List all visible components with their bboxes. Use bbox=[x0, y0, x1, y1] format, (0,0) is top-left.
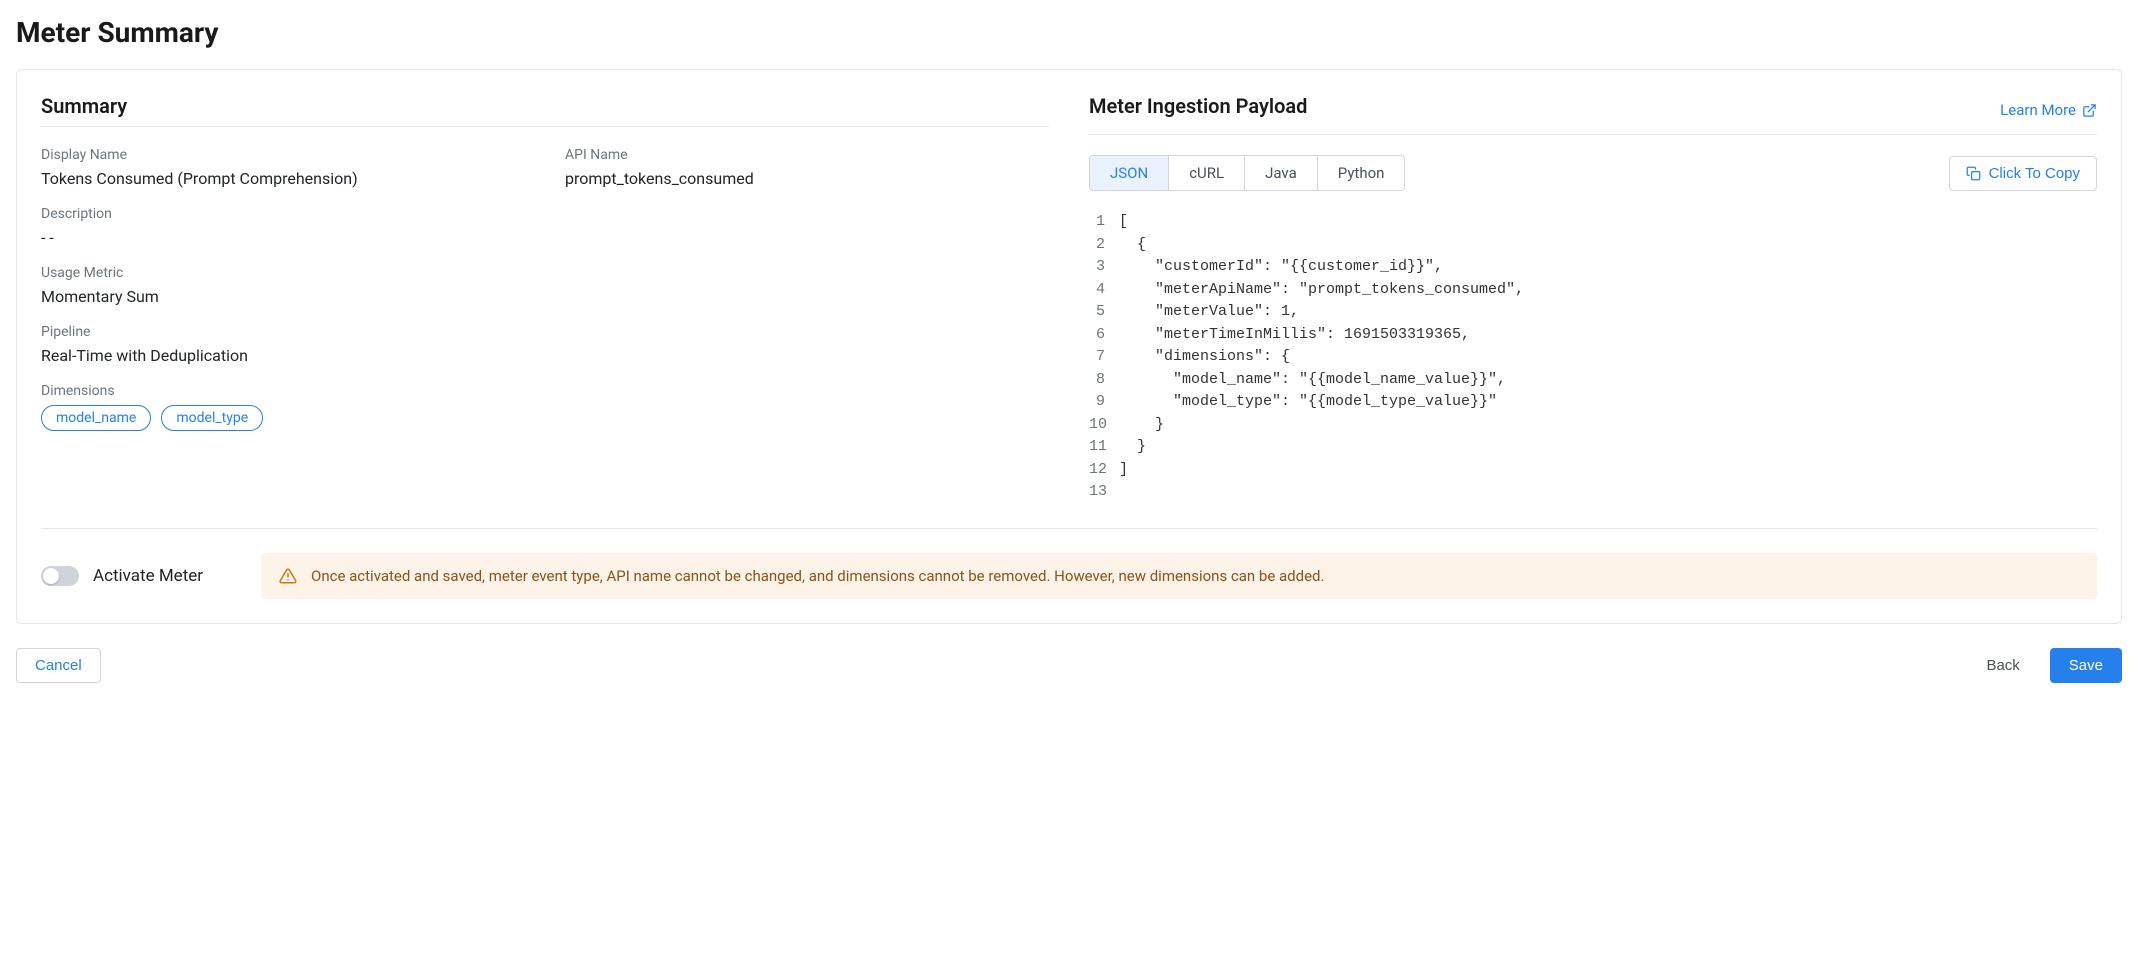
copy-label: Click To Copy bbox=[1989, 165, 2080, 182]
code-line: 2 { bbox=[1089, 234, 2097, 257]
field-usage-metric: Usage Metric Momentary Sum bbox=[41, 265, 1049, 306]
activate-warning: Once activated and saved, meter event ty… bbox=[261, 553, 2097, 599]
code-line: 1[ bbox=[1089, 211, 2097, 234]
field-pipeline: Pipeline Real-Time with Deduplication bbox=[41, 324, 1049, 365]
line-content: "model_type": "{{model_type_value}}" bbox=[1119, 391, 2097, 414]
external-link-icon bbox=[2082, 103, 2097, 118]
line-number: 10 bbox=[1089, 414, 1119, 437]
copy-icon bbox=[1966, 166, 1981, 181]
api-name-value: prompt_tokens_consumed bbox=[565, 169, 1049, 188]
activate-toggle[interactable] bbox=[41, 566, 79, 586]
summary-card: Summary Display Name Tokens Consumed (Pr… bbox=[16, 69, 2122, 624]
field-dimensions: Dimensions model_name model_type bbox=[41, 383, 1049, 431]
description-value: - - bbox=[41, 228, 1049, 247]
back-button[interactable]: Back bbox=[1968, 649, 2037, 682]
code-line: 5 "meterValue": 1, bbox=[1089, 301, 2097, 324]
summary-column: Summary Display Name Tokens Consumed (Pr… bbox=[41, 94, 1049, 504]
line-number: 2 bbox=[1089, 234, 1119, 257]
usage-metric-value: Momentary Sum bbox=[41, 287, 1049, 306]
code-line: 12] bbox=[1089, 459, 2097, 482]
line-content: "meterTimeInMillis": 1691503319365, bbox=[1119, 324, 2097, 347]
line-content: { bbox=[1119, 234, 2097, 257]
line-number: 4 bbox=[1089, 279, 1119, 302]
code-line: 4 "meterApiName": "prompt_tokens_consume… bbox=[1089, 279, 2097, 302]
activate-label: Activate Meter bbox=[93, 566, 203, 586]
learn-more-link[interactable]: Learn More bbox=[2000, 101, 2097, 119]
description-label: Description bbox=[41, 206, 1049, 222]
field-description: Description - - bbox=[41, 206, 1049, 247]
tab-curl[interactable]: cURL bbox=[1169, 156, 1245, 190]
line-number: 5 bbox=[1089, 301, 1119, 324]
line-number: 9 bbox=[1089, 391, 1119, 414]
copy-button[interactable]: Click To Copy bbox=[1949, 156, 2097, 191]
line-number: 11 bbox=[1089, 436, 1119, 459]
code-block: 1[2 {3 "customerId": "{{customer_id}}",4… bbox=[1089, 211, 2097, 504]
code-line: 7 "dimensions": { bbox=[1089, 346, 2097, 369]
divider bbox=[1089, 134, 2097, 135]
line-number: 8 bbox=[1089, 369, 1119, 392]
field-api-name: API Name prompt_tokens_consumed bbox=[565, 147, 1049, 188]
line-content: "model_name": "{{model_name_value}}", bbox=[1119, 369, 2097, 392]
line-content bbox=[1119, 481, 2097, 504]
line-content: "meterValue": 1, bbox=[1119, 301, 2097, 324]
payload-tabs: JSONcURLJavaPython bbox=[1089, 155, 1405, 191]
line-number: 1 bbox=[1089, 211, 1119, 234]
dimension-chip: model_type bbox=[161, 405, 263, 431]
code-line: 6 "meterTimeInMillis": 1691503319365, bbox=[1089, 324, 2097, 347]
toggle-knob bbox=[43, 568, 59, 584]
code-line: 3 "customerId": "{{customer_id}}", bbox=[1089, 256, 2097, 279]
line-content: ] bbox=[1119, 459, 2097, 482]
code-line: 10 } bbox=[1089, 414, 2097, 437]
line-number: 13 bbox=[1089, 481, 1119, 504]
display-name-label: Display Name bbox=[41, 147, 525, 163]
line-number: 3 bbox=[1089, 256, 1119, 279]
line-content: "customerId": "{{customer_id}}", bbox=[1119, 256, 2097, 279]
dimensions-label: Dimensions bbox=[41, 383, 1049, 399]
tab-python[interactable]: Python bbox=[1318, 156, 1405, 190]
warning-text: Once activated and saved, meter event ty… bbox=[311, 567, 1324, 585]
line-content: [ bbox=[1119, 211, 2097, 234]
pipeline-value: Real-Time with Deduplication bbox=[41, 346, 1049, 365]
tab-json[interactable]: JSON bbox=[1090, 156, 1169, 190]
dimension-chip: model_name bbox=[41, 405, 151, 431]
usage-metric-label: Usage Metric bbox=[41, 265, 1049, 281]
page-title: Meter Summary bbox=[16, 16, 2122, 49]
payload-heading: Meter Ingestion Payload bbox=[1089, 94, 1307, 118]
summary-heading: Summary bbox=[41, 94, 1049, 118]
line-content: "meterApiName": "prompt_tokens_consumed"… bbox=[1119, 279, 2097, 302]
code-line: 11 } bbox=[1089, 436, 2097, 459]
tab-java[interactable]: Java bbox=[1245, 156, 1318, 190]
warning-icon bbox=[279, 567, 297, 585]
pipeline-label: Pipeline bbox=[41, 324, 1049, 340]
code-line: 9 "model_type": "{{model_type_value}}" bbox=[1089, 391, 2097, 414]
activate-section: Activate Meter Once activated and saved,… bbox=[41, 528, 2097, 599]
line-content: } bbox=[1119, 414, 2097, 437]
display-name-value: Tokens Consumed (Prompt Comprehension) bbox=[41, 169, 525, 188]
save-button[interactable]: Save bbox=[2050, 648, 2122, 683]
line-number: 7 bbox=[1089, 346, 1119, 369]
line-content: "dimensions": { bbox=[1119, 346, 2097, 369]
dimensions-chips: model_name model_type bbox=[41, 405, 1049, 431]
line-content: } bbox=[1119, 436, 2097, 459]
footer: Cancel Back Save bbox=[16, 648, 2122, 683]
api-name-label: API Name bbox=[565, 147, 1049, 163]
learn-more-label: Learn More bbox=[2000, 101, 2076, 119]
line-number: 6 bbox=[1089, 324, 1119, 347]
line-number: 12 bbox=[1089, 459, 1119, 482]
cancel-button[interactable]: Cancel bbox=[16, 648, 101, 683]
field-display-name: Display Name Tokens Consumed (Prompt Com… bbox=[41, 147, 525, 188]
code-line: 13 bbox=[1089, 481, 2097, 504]
divider bbox=[41, 126, 1049, 127]
payload-column: Meter Ingestion Payload Learn More JSONc… bbox=[1089, 94, 2097, 504]
code-line: 8 "model_name": "{{model_name_value}}", bbox=[1089, 369, 2097, 392]
